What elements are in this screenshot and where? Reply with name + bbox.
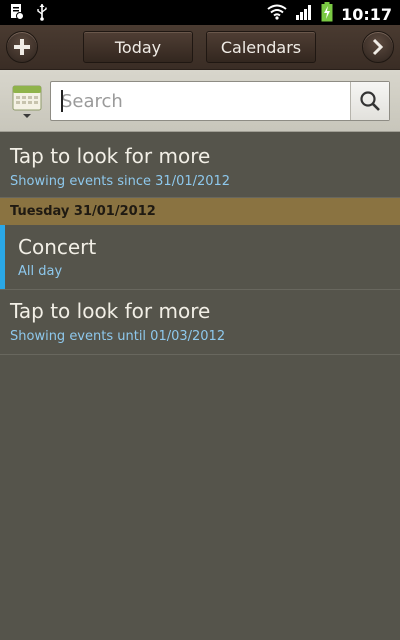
search-input[interactable] [51,82,350,120]
event-item-concert[interactable]: Concert All day [0,225,400,290]
event-title: Concert [18,235,97,259]
event-list: Tap to look for more Showing events sinc… [0,133,400,355]
calendar-screen: 10:17 Today Calendars Search Tap to look… [0,0,400,640]
load-earlier-title: Tap to look for more [10,144,211,168]
search-box [50,81,390,121]
date-header: Tuesday 31/01/2012 [0,198,400,225]
text-cursor [61,90,63,112]
calendar-icon [12,85,42,118]
search-icon [360,91,380,111]
load-earlier-events[interactable]: Tap to look for more Showing events sinc… [0,133,400,198]
calendars-button[interactable]: Calendars [206,31,316,63]
next-view-button[interactable] [362,31,394,63]
plus-icon [14,39,30,55]
signal-icon [295,4,313,24]
status-bar: 10:17 [0,0,400,25]
search-bar [0,70,400,132]
event-calendar-color [0,225,5,289]
chevron-right-icon [372,38,384,56]
load-later-title: Tap to look for more [10,299,211,323]
add-event-button[interactable] [6,31,38,63]
load-later-subtitle: Showing events until 01/03/2012 [10,329,226,344]
status-time: 10:17 [341,4,392,24]
today-button[interactable]: Today [83,31,193,63]
load-later-events[interactable]: Tap to look for more Showing events unti… [0,290,400,355]
battery-charging-icon [321,2,333,26]
load-earlier-subtitle: Showing events since 31/01/2012 [10,174,231,189]
usb-icon [36,3,48,25]
calendar-toolbar: Today Calendars [0,25,400,70]
event-time: All day [18,264,63,279]
wifi-icon [267,4,287,24]
notification-icon [10,3,24,25]
calendar-picker-button[interactable] [12,84,42,120]
search-button[interactable] [350,82,389,120]
